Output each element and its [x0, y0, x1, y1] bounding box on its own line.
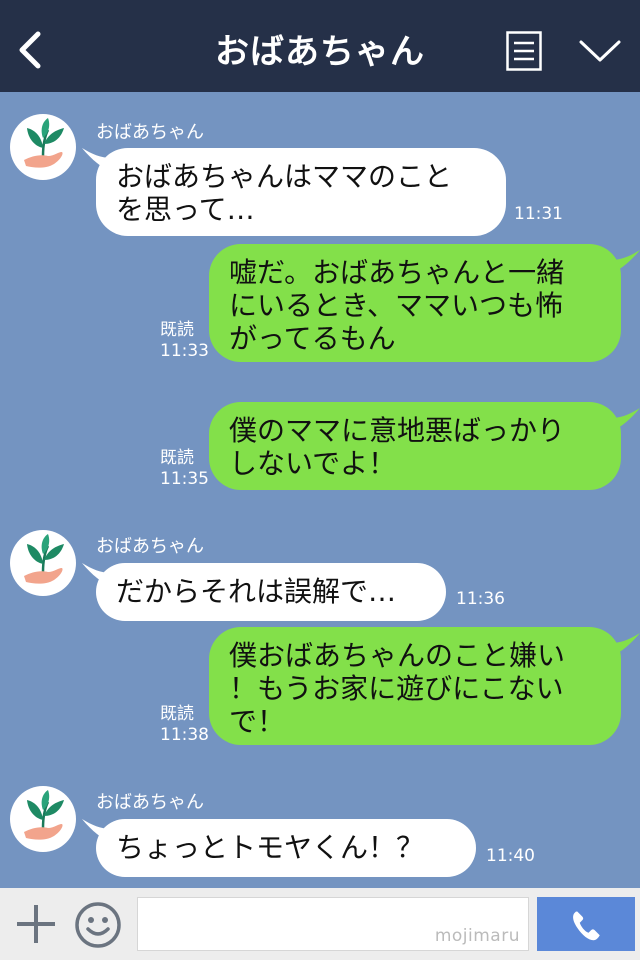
sender-name: おばあちゃん — [96, 792, 204, 813]
avatar[interactable] — [10, 530, 76, 596]
message-bubble-outgoing[interactable]: 僕のママに意地悪ばっかり しないでよ！ — [209, 402, 621, 490]
sender-name: おばあちゃん — [96, 536, 204, 557]
smiley-icon[interactable] — [74, 902, 122, 948]
message-bubble-incoming[interactable]: だからそれは誤解で… — [96, 563, 446, 621]
message-bubble-outgoing[interactable]: 僕おばあちゃんのこと嫌い ！もうお家に遊びにこない で！ — [209, 627, 621, 745]
plant-hand-icon — [24, 790, 64, 840]
chevron-down-icon[interactable] — [578, 37, 622, 65]
read-status: 既読 — [160, 320, 194, 340]
message-time: 11:31 — [514, 204, 563, 224]
message-time: 11:36 — [456, 589, 505, 609]
phone-icon — [573, 911, 600, 941]
menu-icon[interactable] — [506, 31, 542, 71]
chat-header: おばあちゃん — [0, 0, 640, 92]
plant-hand-icon — [24, 534, 64, 584]
avatar[interactable] — [10, 114, 76, 180]
plus-icon[interactable] — [14, 902, 58, 946]
plant-hand-icon — [24, 118, 64, 168]
sender-name: おばあちゃん — [96, 122, 204, 143]
call-button[interactable] — [537, 897, 635, 951]
message-input[interactable]: mojimaru — [137, 897, 529, 951]
message-time: 11:40 — [486, 846, 535, 866]
message-time: 11:33 — [160, 341, 209, 361]
avatar[interactable] — [10, 786, 76, 852]
chat-area[interactable]: おばあちゃん おばあちゃんはママのこと を思って… 11:31 既読 11:33… — [0, 92, 640, 888]
message-bubble-incoming[interactable]: おばあちゃんはママのこと を思って… — [96, 148, 506, 236]
chat-title: おばあちゃん — [215, 32, 425, 72]
message-bubble-outgoing[interactable]: 嘘だ。おばあちゃんと一緒 にいるとき、ママいつも怖 がってるもん — [209, 244, 621, 362]
read-status: 既読 — [160, 704, 194, 724]
watermark: mojimaru — [434, 926, 520, 946]
read-status: 既読 — [160, 448, 194, 468]
message-time: 11:35 — [160, 469, 209, 489]
message-bubble-incoming[interactable]: ちょっとトモヤくん！？ — [96, 819, 476, 877]
message-time: 11:38 — [160, 725, 209, 745]
